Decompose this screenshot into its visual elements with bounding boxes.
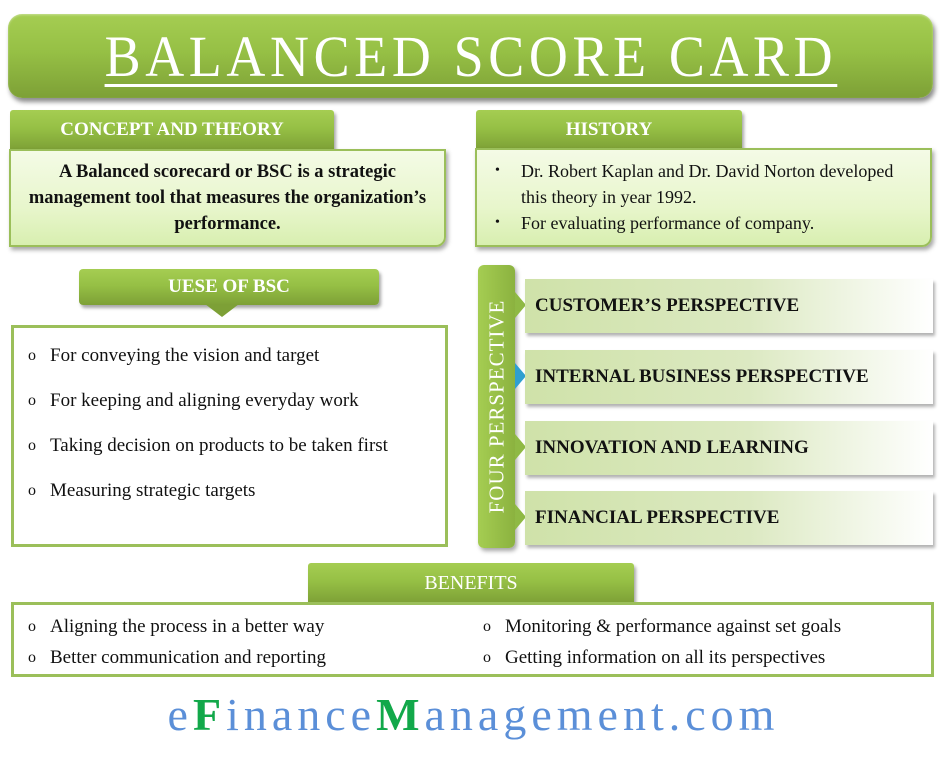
- benefits-box: o Aligning the process in a better way o…: [11, 602, 934, 677]
- benefit-item: o Monitoring & performance against set g…: [477, 613, 925, 644]
- perspective-financial: FINANCIAL PERSPECTIVE: [525, 491, 933, 545]
- circle-bullet-icon: o: [28, 482, 36, 499]
- bullet-icon: •: [495, 215, 500, 230]
- concept-text: A Balanced scorecard or BSC is a strateg…: [28, 162, 427, 234]
- page-title: BALANCED SCORE CARD: [104, 23, 837, 89]
- benefit-item-text: Monitoring & performance against set goa…: [505, 616, 842, 637]
- brand-part: anagement.com: [424, 689, 780, 740]
- four-perspective-bar: FOUR PERSPECTIVE: [478, 265, 515, 548]
- history-heading-tab: HISTORY: [476, 110, 742, 150]
- perspective-label: CUSTOMER’S PERSPECTIVE: [535, 295, 800, 316]
- perspective-internal-business: INTERNAL BUSINESS PERSPECTIVE: [525, 350, 933, 404]
- circle-bullet-icon: o: [28, 392, 36, 409]
- perspective-innovation-learning: INNOVATION AND LEARNING: [525, 421, 933, 475]
- concept-box: A Balanced scorecard or BSC is a strateg…: [9, 149, 446, 247]
- benefit-item-text: Aligning the process in a better way: [50, 616, 325, 637]
- circle-bullet-icon: o: [28, 618, 36, 635]
- circle-bullet-icon: o: [483, 648, 491, 666]
- benefit-item: o Aligning the process in a better way: [22, 613, 477, 644]
- benefit-item-text: Better communication and reporting: [50, 646, 326, 668]
- brand-logo: eFinanceManagement.com: [0, 688, 947, 741]
- history-box: • Dr. Robert Kaplan and Dr. David Norton…: [475, 148, 932, 247]
- title-banner: BALANCED SCORE CARD: [8, 14, 933, 98]
- benefit-item-text: Getting information on all its perspecti…: [505, 646, 826, 668]
- uses-box: o For conveying the vision and target o …: [11, 325, 448, 547]
- uses-item-text: For keeping and aligning everyday work: [50, 390, 359, 411]
- uses-item: o Measuring strategic targets: [22, 477, 435, 504]
- circle-bullet-icon: o: [28, 437, 36, 454]
- benefits-heading: BENEFITS: [424, 571, 518, 594]
- brand-part: e: [167, 689, 193, 740]
- brand-part: inance: [226, 689, 377, 740]
- benefit-item: o Getting information on all its perspec…: [477, 644, 925, 675]
- uses-list: o For conveying the vision and target o …: [22, 342, 435, 504]
- uses-item: o For keeping and aligning everyday work: [22, 387, 435, 414]
- callout-pointer-icon: [205, 304, 239, 317]
- benefit-item: o Better communication and reporting: [22, 644, 477, 675]
- brand-accent: M: [376, 689, 425, 740]
- brand-accent: F: [192, 689, 227, 740]
- uses-item-text: For conveying the vision and target: [50, 345, 320, 366]
- benefits-heading-tab: BENEFITS: [308, 563, 634, 603]
- uses-item-text: Taking decision on products to be taken …: [50, 435, 388, 456]
- uses-item-text: Measuring strategic targets: [50, 480, 256, 501]
- uses-item: o For conveying the vision and target: [22, 342, 435, 369]
- uses-item: o Taking decision on products to be take…: [22, 432, 435, 459]
- perspective-label: FINANCIAL PERSPECTIVE: [535, 507, 780, 528]
- history-item-text: Dr. Robert Kaplan and Dr. David Norton d…: [521, 161, 894, 207]
- concept-heading: CONCEPT AND THEORY: [60, 119, 284, 140]
- history-item: • Dr. Robert Kaplan and Dr. David Norton…: [491, 158, 920, 210]
- history-heading: HISTORY: [565, 119, 653, 140]
- history-list: • Dr. Robert Kaplan and Dr. David Norton…: [491, 158, 920, 236]
- perspective-label: INTERNAL BUSINESS PERSPECTIVE: [535, 366, 869, 387]
- circle-bullet-icon: o: [483, 618, 491, 635]
- perspective-label: INNOVATION AND LEARNING: [535, 437, 809, 458]
- circle-bullet-icon: o: [28, 648, 36, 666]
- uses-heading: UESE OF BSC: [168, 276, 290, 297]
- four-perspective-label: FOUR PERSPECTIVE: [484, 299, 509, 514]
- concept-heading-tab: CONCEPT AND THEORY: [10, 110, 334, 150]
- history-item-text: For evaluating performance of company.: [521, 213, 815, 233]
- circle-bullet-icon: o: [28, 347, 36, 364]
- bullet-icon: •: [495, 163, 500, 178]
- history-item: • For evaluating performance of company.: [491, 210, 920, 236]
- perspective-customer: CUSTOMER’S PERSPECTIVE: [525, 279, 933, 333]
- uses-heading-tab: UESE OF BSC: [79, 269, 379, 305]
